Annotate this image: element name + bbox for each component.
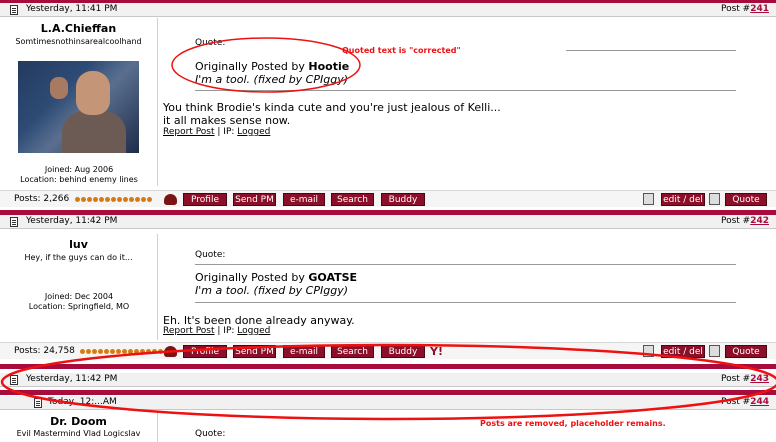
forum-thread-page: Yesterday, 11:41 PM Post #241 L.A.Chieff… bbox=[0, 0, 776, 442]
annotation-circle-removed-post bbox=[0, 343, 776, 421]
annotation-circle-quote bbox=[171, 37, 361, 93]
annotation-overlay bbox=[0, 37, 776, 421]
